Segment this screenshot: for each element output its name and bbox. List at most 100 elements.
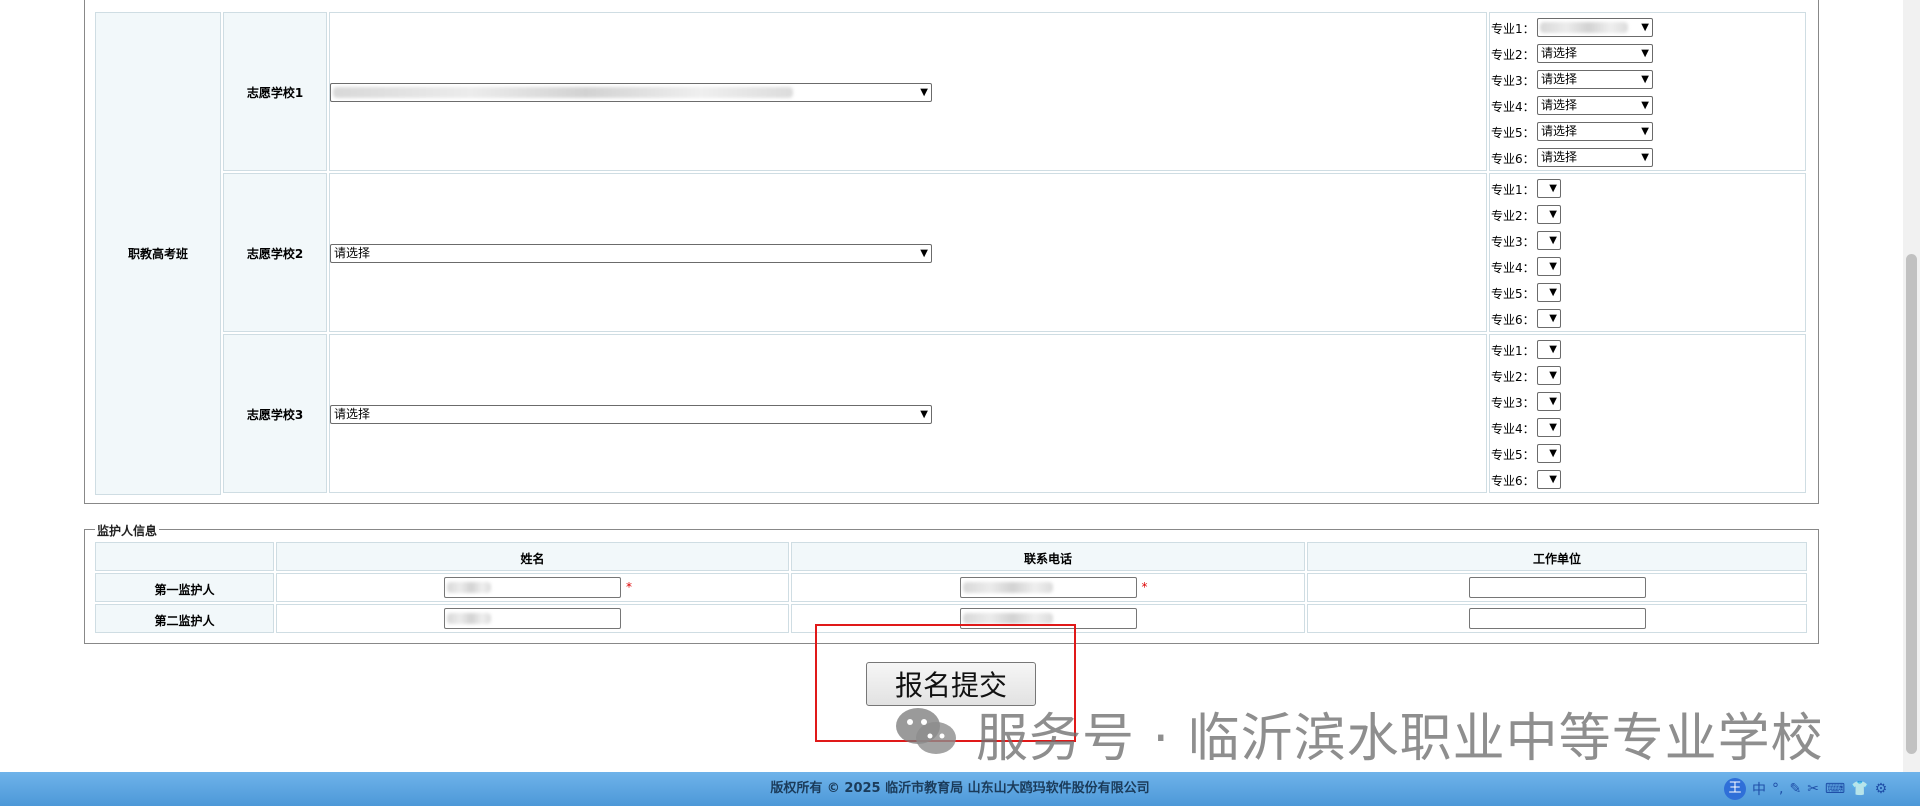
- chevron-down-icon: ▼: [1549, 235, 1557, 246]
- ime-tray[interactable]: 王 中 °, ✎ ✂ ⌨ 👕 ⚙: [1724, 776, 1887, 802]
- name-input[interactable]: [444, 577, 621, 598]
- school-select-value: 请选择: [334, 407, 371, 421]
- major-label: 专业5：: [1491, 126, 1535, 140]
- major-select[interactable]: ▼: [1537, 18, 1653, 37]
- chevron-down-icon: ▼: [1549, 474, 1557, 485]
- major-select[interactable]: 请选择 ▼: [1537, 70, 1653, 89]
- major-select[interactable]: 请选择 ▼: [1537, 148, 1653, 167]
- major-select[interactable]: 请选择 ▼: [1537, 44, 1653, 63]
- major-select[interactable]: ▼: [1537, 283, 1561, 302]
- major-label: 专业1：: [1491, 22, 1535, 36]
- chevron-down-icon: ▼: [1641, 126, 1649, 137]
- school-select[interactable]: ▼: [330, 83, 932, 102]
- major-label: 专业4：: [1491, 261, 1535, 275]
- watermark-text: 服务号 · 临沂滨水职业中等专业学校: [976, 709, 1824, 769]
- major-select[interactable]: ▼: [1537, 179, 1561, 198]
- major-label: 专业4：: [1491, 100, 1535, 114]
- chevron-down-icon: ▼: [1641, 48, 1649, 59]
- major-select[interactable]: ▼: [1537, 340, 1561, 359]
- school-select[interactable]: 请选择 ▼: [330, 244, 932, 263]
- phone-input[interactable]: [959, 577, 1137, 598]
- chevron-down-icon: ▼: [1641, 100, 1649, 111]
- chevron-down-icon: ▼: [1549, 209, 1557, 220]
- blurred-value: [1540, 22, 1628, 33]
- scrollbar-thumb[interactable]: [1906, 254, 1917, 754]
- major-select[interactable]: 请选择 ▼: [1537, 96, 1653, 115]
- chevron-down-icon: ▼: [1549, 313, 1557, 324]
- major-select-value: 请选择: [1541, 150, 1578, 164]
- ime-keyboard-icon[interactable]: ⌨: [1825, 781, 1845, 797]
- blurred-value: [962, 613, 1053, 624]
- major-select[interactable]: ▼: [1537, 205, 1561, 224]
- chevron-down-icon: ▼: [1641, 152, 1649, 163]
- major-label: 专业6：: [1491, 313, 1535, 327]
- major-label: 专业6：: [1491, 474, 1535, 488]
- major-label: 专业4：: [1491, 422, 1535, 436]
- major-label: 专业3：: [1491, 235, 1535, 249]
- major-select[interactable]: ▼: [1537, 444, 1561, 463]
- major-label: 专业6：: [1491, 152, 1535, 166]
- major-label: 专业2：: [1491, 370, 1535, 384]
- major-select[interactable]: ▼: [1537, 418, 1561, 437]
- major-select[interactable]: ▼: [1537, 231, 1561, 250]
- chevron-down-icon: ▼: [920, 409, 928, 420]
- chevron-down-icon: ▼: [920, 248, 928, 259]
- chevron-down-icon: ▼: [920, 87, 928, 98]
- ime-scissors-icon[interactable]: ✂: [1807, 781, 1819, 797]
- major-select[interactable]: ▼: [1537, 470, 1561, 489]
- blurred-value: [447, 582, 491, 593]
- chevron-down-icon: ▼: [1549, 287, 1557, 298]
- major-label: 专业1：: [1491, 183, 1535, 197]
- major-select-value: 请选择: [1541, 124, 1578, 138]
- major-label: 专业3：: [1491, 74, 1535, 88]
- major-label: 专业1：: [1491, 344, 1535, 358]
- category-label: 职教高考班: [127, 247, 188, 261]
- required-mark: *: [1141, 580, 1148, 594]
- chevron-down-icon: ▼: [1549, 183, 1557, 194]
- major-select[interactable]: 请选择 ▼: [1537, 122, 1653, 141]
- ime-pen-icon[interactable]: ✎: [1789, 781, 1801, 797]
- footer-text: 版权所有 © 2025 临沂市教育局 山东山大鸥玛软件股份有限公司: [770, 781, 1150, 796]
- chevron-down-icon: ▼: [1641, 74, 1649, 85]
- ime-chinese-icon[interactable]: 中: [1752, 779, 1766, 799]
- chevron-down-icon: ▼: [1549, 261, 1557, 272]
- major-label: 专业5：: [1491, 448, 1535, 462]
- required-mark: *: [626, 580, 632, 594]
- school-select[interactable]: 请选择 ▼: [330, 405, 932, 424]
- major-select[interactable]: ▼: [1537, 366, 1561, 385]
- guardian-legend: 监护人信息: [95, 522, 160, 539]
- major-select[interactable]: ▼: [1537, 392, 1561, 411]
- major-select[interactable]: ▼: [1537, 257, 1561, 276]
- major-select-value: 请选择: [1541, 46, 1578, 60]
- column-header: 联系电话: [1023, 552, 1072, 566]
- ime-settings-icon[interactable]: ⚙: [1875, 781, 1888, 797]
- ime-logo-icon[interactable]: 王: [1724, 778, 1746, 800]
- chevron-down-icon: ▼: [1549, 448, 1557, 459]
- school-label: 志愿学校1: [246, 86, 304, 100]
- chevron-down-icon: ▼: [1549, 396, 1557, 407]
- major-select-value: 请选择: [1541, 98, 1578, 112]
- row-label: 第二监护人: [154, 614, 215, 628]
- major-select[interactable]: ▼: [1537, 309, 1561, 328]
- header-corner: [95, 542, 274, 571]
- column-header: 姓名: [520, 552, 545, 566]
- blurred-value: [333, 87, 793, 98]
- school-label: 志愿学校2: [246, 247, 304, 261]
- name-input[interactable]: [444, 608, 621, 629]
- major-label: 专业2：: [1491, 48, 1535, 62]
- blurred-value: [962, 582, 1053, 593]
- column-header: 工作单位: [1532, 552, 1581, 566]
- chevron-down-icon: ▼: [1549, 370, 1557, 381]
- school-label: 志愿学校3: [246, 408, 304, 422]
- major-label: 专业2：: [1491, 209, 1535, 223]
- work-input[interactable]: [1468, 608, 1646, 629]
- chevron-down-icon: ▼: [1549, 422, 1557, 433]
- ime-skin-icon[interactable]: 👕: [1851, 781, 1868, 797]
- work-input[interactable]: [1468, 577, 1646, 598]
- footer: 版权所有 © 2025 临沂市教育局 山东山大鸥玛软件股份有限公司: [0, 772, 1920, 806]
- school-select-value: 请选择: [334, 246, 371, 260]
- major-select-value: 请选择: [1541, 72, 1578, 86]
- major-label: 专业5：: [1491, 287, 1535, 301]
- ime-punctuation-icon[interactable]: °,: [1772, 781, 1783, 797]
- row-label: 第一监护人: [154, 583, 215, 597]
